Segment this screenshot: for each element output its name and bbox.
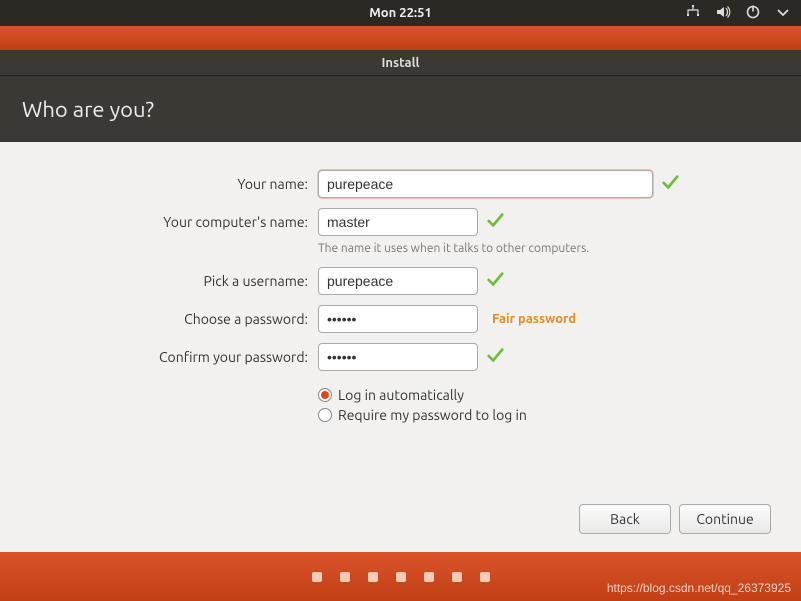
password-strength: Fair password bbox=[492, 312, 576, 326]
progress-dots: https://blog.csdn.net/qq_26373925 bbox=[0, 552, 801, 601]
back-button[interactable]: Back bbox=[579, 504, 671, 534]
decorative-strip bbox=[0, 26, 801, 50]
progress-dot bbox=[424, 572, 434, 582]
continue-button[interactable]: Continue bbox=[679, 504, 771, 534]
progress-dot bbox=[368, 572, 378, 582]
sound-icon[interactable] bbox=[715, 4, 731, 23]
window-title: Install bbox=[382, 56, 420, 70]
check-icon bbox=[661, 173, 679, 195]
username-label: Pick a username: bbox=[30, 273, 310, 289]
name-input[interactable] bbox=[318, 170, 653, 198]
clock: Mon 22:51 bbox=[369, 6, 432, 20]
radio-login-automatically[interactable]: Log in automatically bbox=[318, 387, 771, 403]
window-title-bar: Install bbox=[0, 50, 801, 76]
radio-require-password[interactable]: Require my password to log in bbox=[318, 407, 771, 423]
radio-label: Log in automatically bbox=[338, 387, 464, 403]
progress-dot bbox=[452, 572, 462, 582]
page-title: Who are you? bbox=[22, 97, 154, 122]
progress-dot bbox=[340, 572, 350, 582]
progress-dot bbox=[312, 572, 322, 582]
name-label: Your name: bbox=[30, 176, 310, 192]
hostname-hint: The name it uses when it talks to other … bbox=[318, 242, 589, 255]
confirm-label: Confirm your password: bbox=[30, 349, 310, 365]
page-header: Who are you? bbox=[0, 76, 801, 142]
watermark: https://blog.csdn.net/qq_26373925 bbox=[607, 581, 791, 595]
radio-icon bbox=[318, 388, 332, 402]
progress-dot bbox=[480, 572, 490, 582]
indicator-tray bbox=[685, 0, 791, 26]
hostname-input[interactable] bbox=[318, 208, 478, 236]
password-input[interactable] bbox=[318, 305, 478, 333]
chevron-down-icon[interactable] bbox=[775, 4, 791, 23]
radio-label: Require my password to log in bbox=[338, 407, 527, 423]
password-label: Choose a password: bbox=[30, 311, 310, 327]
hostname-label: Your computer's name: bbox=[30, 214, 310, 230]
form-area: Your name: Your computer's name: The nam… bbox=[0, 142, 801, 552]
check-icon bbox=[486, 270, 504, 292]
power-icon[interactable] bbox=[745, 4, 761, 23]
system-top-bar: Mon 22:51 bbox=[0, 0, 801, 26]
radio-icon bbox=[318, 408, 332, 422]
check-icon bbox=[486, 211, 504, 233]
check-icon bbox=[486, 346, 504, 368]
progress-dot bbox=[396, 572, 406, 582]
confirm-password-input[interactable] bbox=[318, 343, 478, 371]
network-icon[interactable] bbox=[685, 4, 701, 23]
username-input[interactable] bbox=[318, 267, 478, 295]
